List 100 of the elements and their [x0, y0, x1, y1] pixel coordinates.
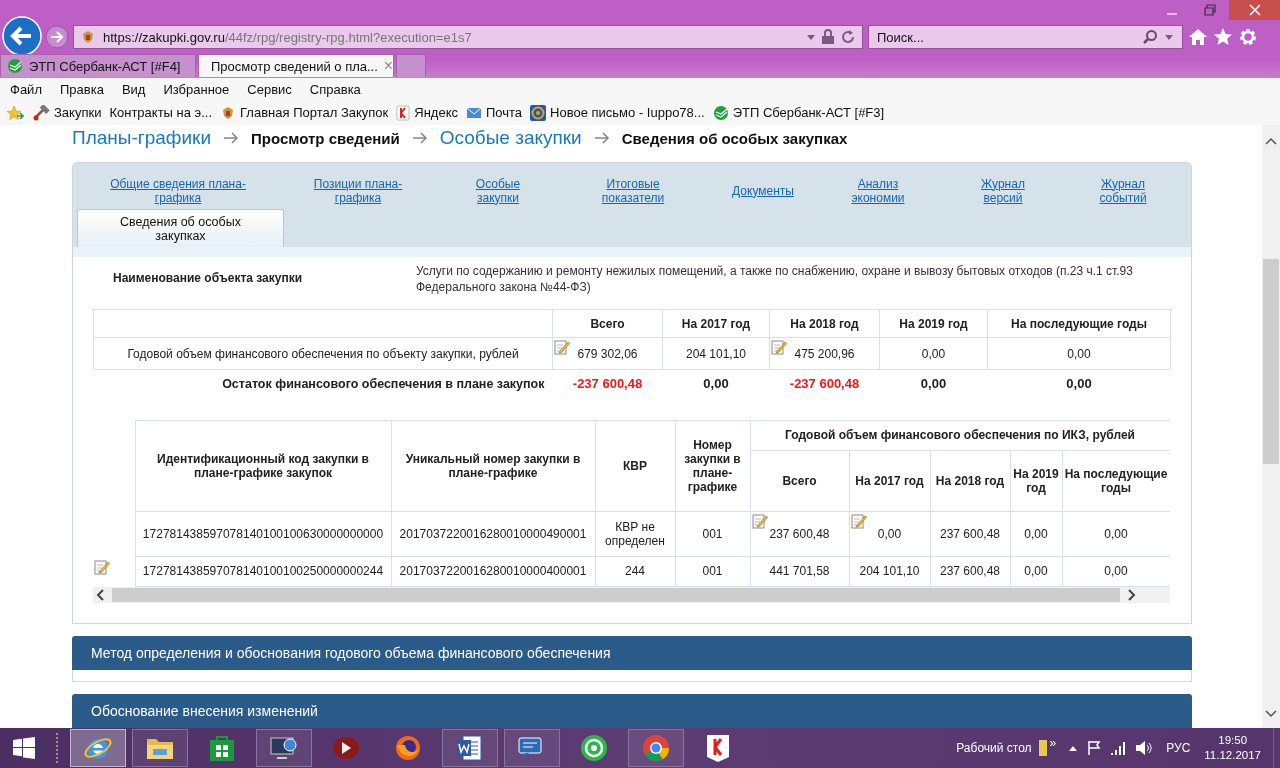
toolbar-label[interactable]: Рабочий стол — [956, 741, 1032, 755]
page-tab[interactable]: Сведения об особых закупках — [77, 209, 284, 247]
clock[interactable]: 19:50 11.12.2017 — [1204, 733, 1261, 763]
section-header[interactable]: Метод определения и обоснования годового объема финансового обеспечения — [72, 635, 1192, 670]
browser-tab[interactable]: Просмотр сведений о пла... × — [198, 54, 394, 77]
tile-icon — [396, 104, 411, 121]
star-icon[interactable] — [1213, 27, 1233, 47]
play-icon — [331, 735, 361, 761]
header-cell: На 2019 год — [879, 309, 988, 338]
back-button[interactable] — [2, 16, 42, 56]
page-tab[interactable]: Документы — [732, 183, 794, 198]
page-tab[interactable]: Итоговые показатели — [588, 176, 678, 205]
hammer-icon — [32, 104, 50, 121]
taskbar-app[interactable] — [132, 729, 188, 767]
edit-icon[interactable] — [751, 512, 768, 529]
table-cell: 244 — [595, 556, 675, 586]
total-value: 0,00 — [662, 369, 770, 398]
edit-icon[interactable] — [94, 559, 110, 575]
page-tab[interactable]: Анализ экономии — [843, 176, 913, 205]
cell-value: 0,00 — [877, 526, 902, 541]
taskbar-app[interactable] — [256, 729, 312, 767]
breadcrumb-link[interactable]: Планы-графики — [72, 127, 212, 149]
breadcrumb-link[interactable]: Особые закупки — [439, 127, 582, 149]
speaker-icon[interactable] — [1135, 740, 1154, 756]
vertical-scrollbar[interactable] — [1262, 125, 1280, 728]
menu-item[interactable]: Избранное — [163, 81, 230, 97]
favorite-link[interactable]: ЭТП Сбербанк-АСТ [#F3] — [732, 105, 885, 120]
table-cell: 441 701,58 — [750, 556, 849, 586]
arrow-icon — [411, 132, 428, 144]
header-cell: Годовой объем финансового обеспечения по ИКЗ, рублей — [750, 420, 1170, 450]
home-icon[interactable] — [1188, 27, 1208, 47]
table-cell: 204 101,10 — [849, 556, 930, 586]
cell-value: 679 302,06 — [577, 346, 638, 361]
header-cell: На 2019 год — [1010, 450, 1062, 511]
edit-icon[interactable] — [771, 339, 787, 355]
total-value: 0,00 — [987, 369, 1171, 398]
document-icon — [455, 733, 485, 763]
page-tab[interactable]: Журнал версий — [973, 176, 1033, 205]
arrow-icon — [223, 132, 240, 144]
header-cell: На 2017 год — [849, 450, 930, 511]
caret-icon[interactable] — [1068, 744, 1079, 752]
field-label: Наименование объекта закупки — [112, 270, 304, 287]
menu-item[interactable]: Сервис — [247, 81, 292, 97]
menu-item[interactable]: Правка — [59, 81, 104, 97]
flag-icon[interactable] — [1087, 740, 1102, 756]
table-cell: 204 101,10 — [662, 337, 770, 370]
header-cell: Уникальный номер закупки в плане-графике — [391, 420, 595, 511]
expand-button[interactable]: » — [1049, 736, 1057, 750]
table-cell: 0,00 — [1010, 511, 1062, 556]
bag-icon — [209, 734, 235, 762]
search-icon[interactable] — [1142, 29, 1158, 45]
table-cell: 172781438597078140100100250000000244 — [135, 556, 391, 586]
taskbar-app[interactable] — [442, 729, 498, 767]
arrow-icon — [593, 132, 610, 144]
restore-icon[interactable] — [1203, 4, 1217, 16]
dropdown-icon[interactable] — [806, 33, 816, 41]
language-indicator[interactable]: РУС — [1166, 741, 1191, 755]
table-cell: 001 — [675, 556, 750, 586]
favorite-link[interactable]: Главная Портал Закупок — [240, 105, 389, 120]
menu-item[interactable]: Справка — [309, 81, 361, 97]
dropdown-icon[interactable] — [1164, 33, 1174, 41]
browser-tab[interactable]: ЭТП Сбербанк-АСТ [#F4] — [0, 54, 196, 77]
header-cell: Идентификационный код закупки в плане-графике закупок — [135, 420, 391, 511]
table-cell: Годовой объем финансового обеспечения по объекту закупки, рублей — [93, 337, 553, 370]
header-cell: На 2018 год — [930, 450, 1010, 511]
striped-circle-icon — [712, 104, 729, 121]
table-cell: 172781438597078140100100630000000000 — [135, 511, 391, 556]
edit-icon[interactable] — [554, 339, 570, 355]
search-input[interactable]: Поиск... — [877, 29, 1136, 45]
favorite-link[interactable]: Закупки — [54, 105, 102, 120]
menu-item[interactable]: Файл — [10, 81, 42, 97]
breadcrumb-current: Просмотр сведений — [251, 129, 400, 147]
edit-icon[interactable] — [850, 512, 867, 529]
folder-icon[interactable] — [1037, 739, 1048, 757]
settings-icon[interactable] — [1238, 27, 1258, 47]
signal-icon[interactable] — [1110, 741, 1127, 755]
menu-item[interactable]: Вид — [121, 81, 146, 97]
header-cell: КВР — [595, 420, 675, 511]
refresh-icon[interactable] — [840, 29, 856, 45]
address-bar[interactable]: https://zakupki.gov.ru/44fz/rpg/registry-rpg.html?execution=e1s7 — [73, 25, 863, 49]
fox-globe-icon — [393, 733, 423, 763]
search-field[interactable]: Поиск... — [868, 25, 1183, 49]
table-cell: КВР не определен — [595, 511, 675, 556]
table-cell: 0,00 — [987, 337, 1171, 370]
favorite-link[interactable]: Почта — [486, 105, 523, 120]
header-cell: Всего — [552, 309, 663, 338]
favorite-link[interactable]: Яндекс — [414, 105, 458, 120]
favorite-link[interactable]: Контракты на э... — [109, 105, 213, 120]
total-value: -237 600,48 — [769, 369, 880, 398]
favorite-link[interactable]: Новое письмо - Iuppo78... — [550, 105, 705, 120]
close-button[interactable] — [1229, 0, 1280, 20]
favorites-star-icon[interactable] — [6, 104, 24, 121]
page-tab[interactable]: Особые закупки — [468, 176, 528, 205]
page-tab[interactable]: Журнал событий — [1093, 176, 1153, 205]
section-header[interactable]: Обоснование внесения изменений — [72, 693, 1192, 728]
page-tab[interactable]: Позиции плана-графика — [308, 176, 408, 205]
lock-icon — [821, 29, 835, 45]
page-tab[interactable]: Общие сведения плана-графика — [103, 176, 253, 205]
forward-button[interactable] — [45, 25, 69, 49]
taskbar-app[interactable] — [628, 729, 684, 767]
